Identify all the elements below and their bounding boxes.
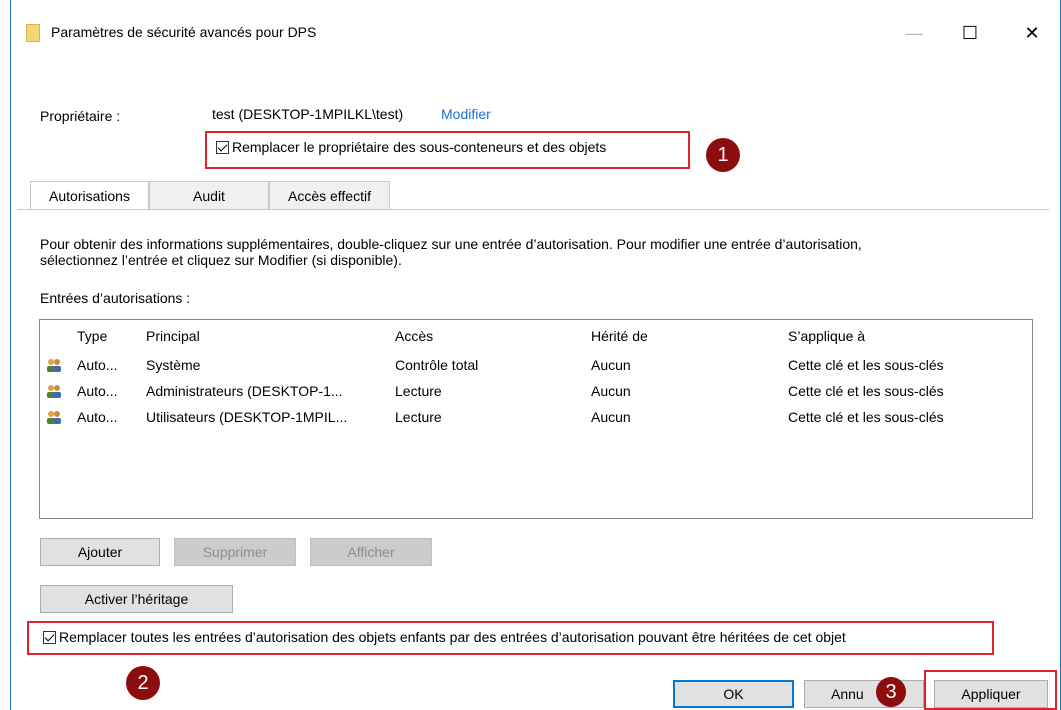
annotation-badge-2: 2 [126, 666, 160, 700]
folder-icon [26, 24, 40, 42]
column-header-principal[interactable]: Principal [146, 328, 200, 344]
cell-inherited-from: Aucun [591, 409, 631, 425]
annotation-badge-1: 1 [706, 138, 740, 172]
cell-applies-to: Cette clé et les sous-clés [788, 383, 944, 399]
minimize-button[interactable]: — [897, 18, 931, 48]
ok-button[interactable]: OK [673, 680, 794, 708]
title-bar: Paramètres de sécurité avancés pour DPS … [11, 0, 1060, 62]
cell-access: Lecture [395, 383, 442, 399]
change-owner-link[interactable]: Modifier [441, 106, 491, 122]
highlight-box-3 [924, 670, 1057, 710]
cell-principal: Administrateurs (DESKTOP-1... [146, 383, 343, 399]
info-text-line-2: sélectionnez l’entrée et cliquez sur Mod… [40, 252, 402, 268]
column-header-applies-to[interactable]: S’applique à [788, 328, 865, 344]
cell-type: Auto... [77, 409, 118, 425]
view-button[interactable]: Afficher [310, 538, 432, 566]
cell-inherited-from: Aucun [591, 383, 631, 399]
maximize-button[interactable]: ☐ [953, 18, 987, 48]
cell-type: Auto... [77, 357, 118, 373]
close-button[interactable]: ✕ [1015, 18, 1049, 48]
info-text-line-1: Pour obtenir des informations supplément… [40, 236, 862, 252]
owner-label: Propriétaire : [40, 108, 121, 124]
tab-audit[interactable]: Audit [149, 181, 269, 210]
column-header-access[interactable]: Accès [395, 328, 433, 344]
remove-button[interactable]: Supprimer [174, 538, 296, 566]
cell-access: Contrôle total [395, 357, 479, 373]
column-header-inherited-from[interactable]: Hérité de [591, 328, 648, 344]
highlight-box-1 [205, 131, 690, 169]
cancel-button[interactable]: Annu [804, 680, 924, 708]
entries-label: Entrées d’autorisations : [40, 290, 191, 306]
users-icon [47, 359, 61, 372]
users-icon [47, 385, 61, 398]
cell-access: Lecture [395, 409, 442, 425]
window-title: Paramètres de sécurité avancés pour DPS [51, 24, 317, 40]
tab-permissions[interactable]: Autorisations [30, 181, 149, 211]
cell-type: Auto... [77, 383, 118, 399]
cell-inherited-from: Aucun [591, 357, 631, 373]
cell-principal: Utilisateurs (DESKTOP-1MPIL... [146, 409, 348, 425]
column-header-type[interactable]: Type [77, 328, 107, 344]
annotation-badge-3: 3 [876, 677, 906, 707]
permission-entries-list[interactable]: Type Principal Accès Hérité de S’appliqu… [39, 319, 1033, 519]
highlight-box-2 [27, 621, 994, 655]
cell-applies-to: Cette clé et les sous-clés [788, 357, 944, 373]
owner-value: test (DESKTOP-1MPILKL\test) [212, 106, 404, 122]
add-button[interactable]: Ajouter [40, 538, 160, 566]
info-text: Pour obtenir des informations supplément… [40, 236, 1030, 268]
enable-inheritance-button[interactable]: Activer l’héritage [40, 585, 233, 613]
tab-effective-access[interactable]: Accès effectif [269, 181, 390, 210]
cell-applies-to: Cette clé et les sous-clés [788, 409, 944, 425]
users-icon [47, 411, 61, 424]
cell-principal: Système [146, 357, 201, 373]
